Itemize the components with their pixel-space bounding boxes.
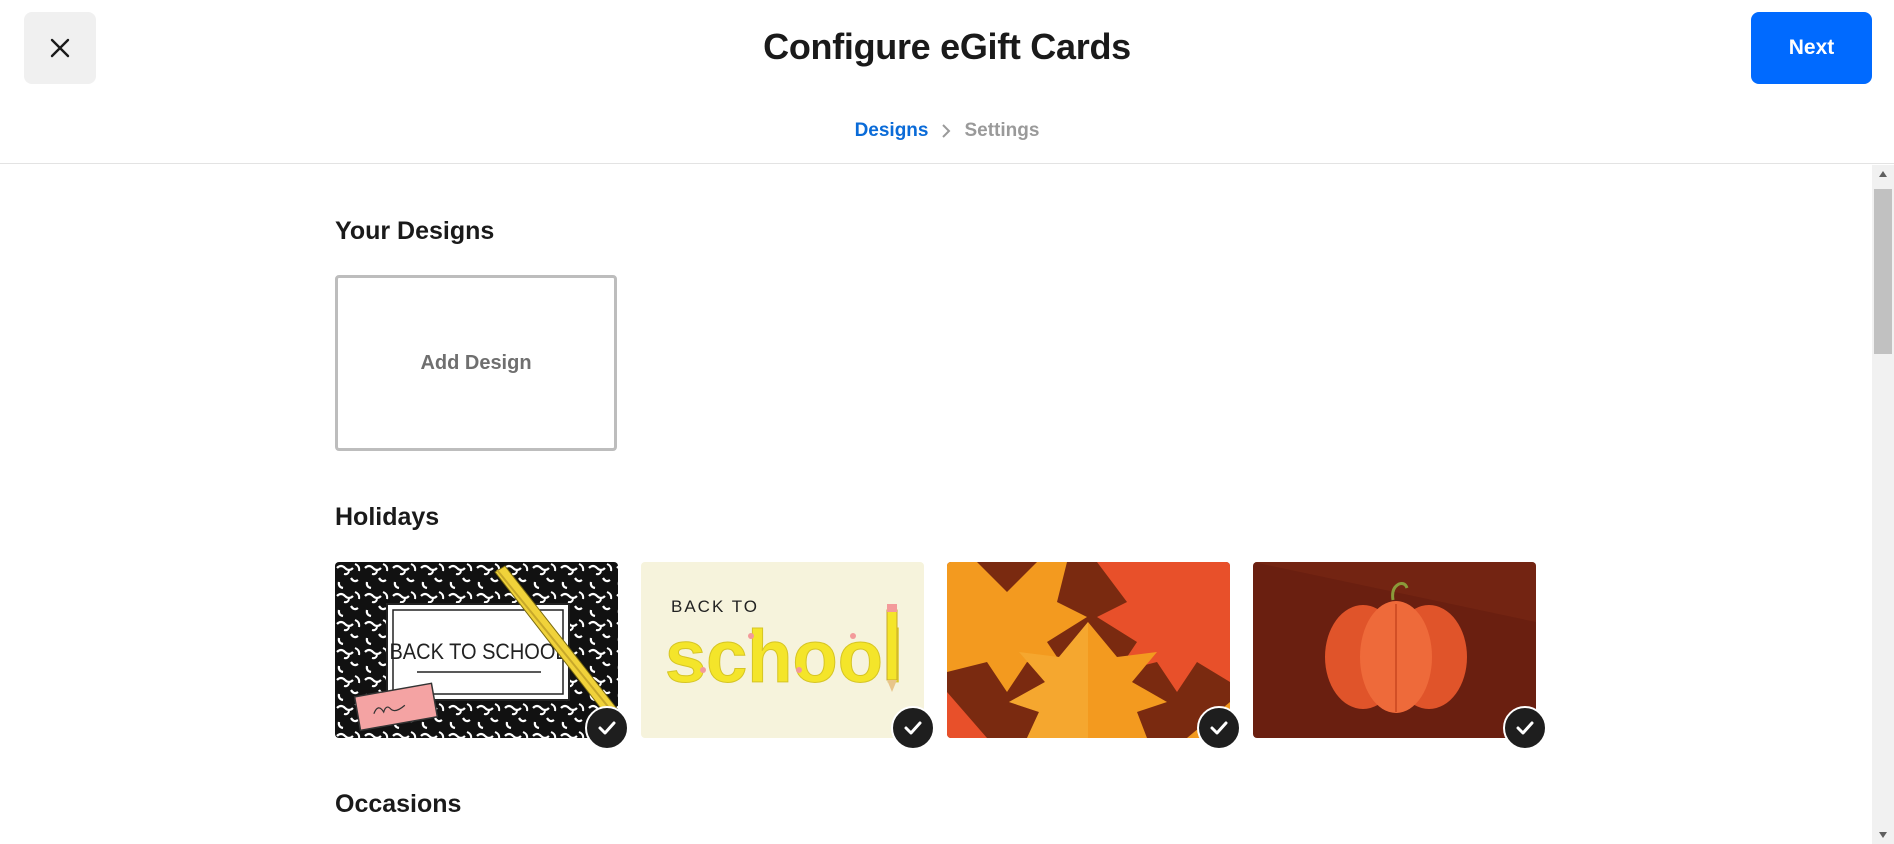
design-card-autumn-leaves[interactable] xyxy=(947,562,1230,738)
card-text-back-to: BACK TO xyxy=(671,597,759,616)
section-title-holidays: Holidays xyxy=(335,503,440,531)
pumpkin-image xyxy=(1253,562,1536,738)
next-button[interactable]: Next xyxy=(1751,12,1872,84)
scroll-down-arrow-icon[interactable] xyxy=(1872,826,1894,844)
scroll-up-arrow-icon[interactable] xyxy=(1872,165,1894,183)
section-title-your-designs: Your Designs xyxy=(335,217,495,245)
card-text-school: school xyxy=(665,615,903,698)
step-settings[interactable]: Settings xyxy=(964,120,1039,142)
page-title: Configure eGift Cards xyxy=(763,26,1131,67)
vertical-scrollbar[interactable] xyxy=(1872,165,1894,844)
design-card-pumpkin[interactable] xyxy=(1253,562,1536,738)
design-card-back-to-school-notebook[interactable]: BACK TO SCHOOL xyxy=(335,562,618,738)
design-card-back-to-school-pencils[interactable]: BACK TO school xyxy=(641,562,924,738)
back-to-school-pencils-image: BACK TO school xyxy=(641,562,924,738)
selected-check-icon xyxy=(1197,706,1241,750)
section-title-occasions: Occasions xyxy=(335,790,462,818)
step-designs[interactable]: Designs xyxy=(855,120,929,142)
autumn-leaves-image xyxy=(947,562,1230,738)
top-bar: Configure eGift Cards Next Designs Setti… xyxy=(0,0,1894,164)
back-to-school-notebook-image: BACK TO SCHOOL xyxy=(335,562,618,738)
card-text-back-to-school: BACK TO SCHOOL xyxy=(389,640,566,664)
breadcrumb: Designs Settings xyxy=(0,120,1894,142)
scrollbar-thumb[interactable] xyxy=(1874,189,1892,354)
main-content: Your Designs Add Design Holidays BACK TO… xyxy=(0,165,1872,844)
chevron-right-icon xyxy=(940,123,952,139)
add-design-button[interactable]: Add Design xyxy=(335,275,617,451)
selected-check-icon xyxy=(891,706,935,750)
selected-check-icon xyxy=(1503,706,1547,750)
selected-check-icon xyxy=(585,706,629,750)
